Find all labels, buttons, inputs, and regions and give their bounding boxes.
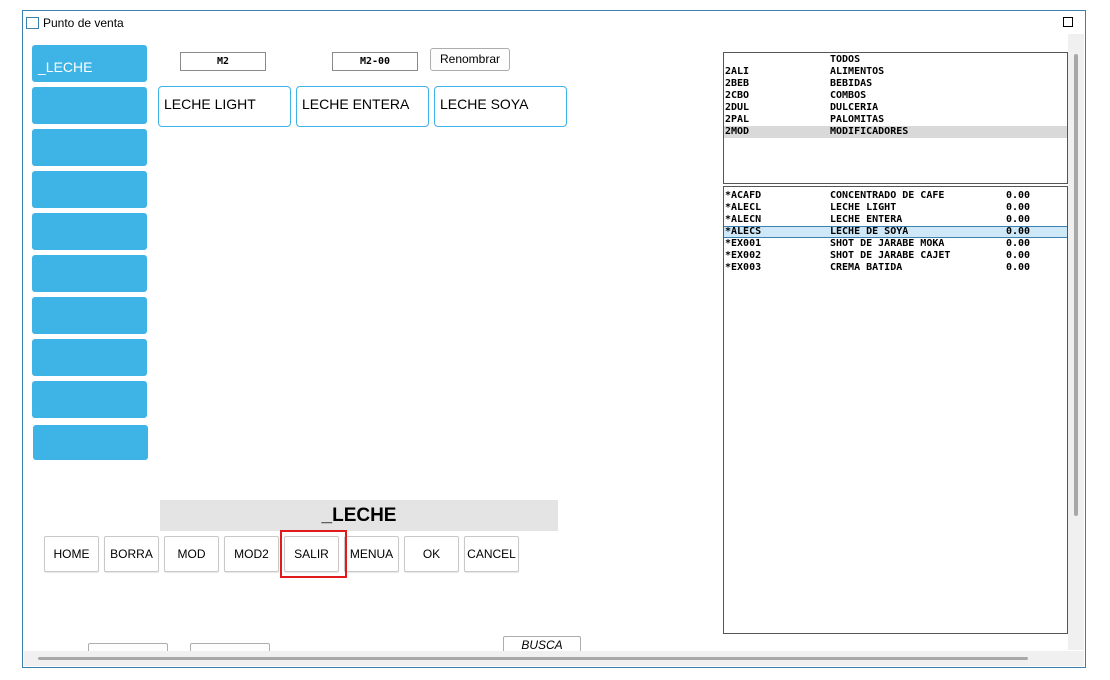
cancel-button[interactable]: CANCEL (464, 536, 519, 572)
item-code: *ACAFD (725, 190, 762, 201)
list-item[interactable]: 2CBO COMBOS (724, 90, 1067, 102)
item-code: *EX002 (725, 250, 762, 261)
list-item[interactable]: TODOS (724, 54, 1067, 66)
vertical-scrollbar-thumb[interactable] (1074, 54, 1078, 516)
group-name: COMBOS (830, 90, 867, 101)
busca-prod-button[interactable]: BUSCA PROD (503, 636, 581, 651)
item-name: CONCENTRADO DE CAFE (830, 190, 945, 201)
list-item[interactable]: *ALECN LECHE ENTERA 0.00 (724, 214, 1067, 226)
group-name: TODOS (830, 54, 861, 65)
group-name: PALOMITAS (830, 114, 885, 125)
item-name: LECHE ENTERA (830, 214, 903, 225)
category-button[interactable] (32, 171, 147, 208)
item-code: *ALECL (725, 202, 762, 213)
list-item[interactable]: 2ALI ALIMENTOS (724, 66, 1067, 78)
subgroup-code-field[interactable]: M2-00 (332, 52, 418, 71)
window-title: Punto de venta (43, 16, 124, 30)
item-price: 0.00 (1006, 226, 1031, 237)
product-button[interactable]: LECHE SOYA (434, 86, 567, 127)
item-code: *EX003 (725, 262, 762, 273)
item-name: CREMA BATIDA (830, 262, 903, 273)
list-item[interactable]: *EX003 CREMA BATIDA 0.00 (724, 262, 1067, 274)
group-code: 2DUL (725, 102, 750, 113)
group-code: 2MOD (725, 126, 750, 137)
product-button[interactable]: LECHE ENTERA (296, 86, 429, 127)
salir-highlight-box (280, 530, 347, 578)
current-category-label: _LECHE (160, 500, 558, 531)
item-name: LECHE DE SOYA (830, 226, 909, 237)
menua-button[interactable]: MENUA (344, 536, 399, 572)
category-button[interactable] (32, 129, 147, 166)
category-button[interactable] (32, 339, 147, 376)
item-name: LECHE LIGHT (830, 202, 897, 213)
category-button[interactable] (32, 381, 147, 418)
category-button[interactable] (32, 87, 147, 124)
group-list[interactable]: TODOS 2ALI ALIMENTOS 2BEB BEBIDAS 2CBO COMB… (723, 52, 1068, 184)
window-icon (26, 17, 39, 29)
borra-button[interactable]: BORRA (104, 536, 159, 572)
item-price: 0.00 (1006, 190, 1031, 201)
mod2-button[interactable]: MOD2 (224, 536, 279, 572)
list-item[interactable]: 2DUL DULCERIA (724, 102, 1067, 114)
item-name: SHOT DE JARABE MOKA (830, 238, 945, 249)
category-button[interactable] (33, 425, 148, 460)
list-item[interactable]: *EX001 SHOT DE JARABE MOKA 0.00 (724, 238, 1067, 250)
item-code: *ALECS (725, 226, 762, 237)
category-button[interactable] (32, 213, 147, 250)
group-code: 2ALI (725, 66, 750, 77)
group-name: BEBIDAS (830, 78, 873, 89)
category-button[interactable] (32, 255, 147, 292)
item-name: SHOT DE JARABE CAJET (830, 250, 951, 261)
group-code: 2CBO (725, 90, 750, 101)
item-code: *ALECN (725, 214, 762, 225)
rename-button[interactable]: Renombrar (430, 48, 510, 71)
horizontal-scrollbar-thumb[interactable] (38, 657, 1028, 660)
list-item[interactable]: *ALECL LECHE LIGHT 0.00 (724, 202, 1067, 214)
list-item[interactable]: *ACAFD CONCENTRADO DE CAFE 0.00 (724, 190, 1067, 202)
group-name: DULCERIA (830, 102, 879, 113)
list-item-selected[interactable]: 2MOD MODIFICADORES (724, 126, 1067, 138)
category-button[interactable]: _LECHE (32, 45, 147, 82)
list-item-selected[interactable]: *ALECS LECHE DE SOYA 0.00 (724, 226, 1067, 238)
ok-button[interactable]: OK (404, 536, 459, 572)
item-list[interactable]: *ACAFD CONCENTRADO DE CAFE 0.00 *ALECL LECH… (723, 186, 1068, 634)
category-button[interactable] (32, 297, 147, 334)
item-price: 0.00 (1006, 250, 1031, 261)
group-name: ALIMENTOS (830, 66, 885, 77)
maximize-button[interactable] (1063, 17, 1073, 27)
group-name: MODIFICADORES (830, 126, 909, 137)
mod-button[interactable]: MOD (164, 536, 219, 572)
product-button[interactable]: LECHE LIGHT (158, 86, 291, 127)
item-price: 0.00 (1006, 238, 1031, 249)
item-price: 0.00 (1006, 262, 1031, 273)
item-price: 0.00 (1006, 202, 1031, 213)
item-price: 0.00 (1006, 214, 1031, 225)
list-item[interactable]: 2PAL PALOMITAS (724, 114, 1067, 126)
home-button[interactable]: HOME (44, 536, 99, 572)
list-item[interactable]: 2BEB BEBIDAS (724, 78, 1067, 90)
group-code: 2PAL (725, 114, 750, 125)
group-code-field[interactable]: M2 (180, 52, 266, 71)
list-item[interactable]: *EX002 SHOT DE JARABE CAJET 0.00 (724, 250, 1067, 262)
item-code: *EX001 (725, 238, 762, 249)
group-code: 2BEB (725, 78, 750, 89)
